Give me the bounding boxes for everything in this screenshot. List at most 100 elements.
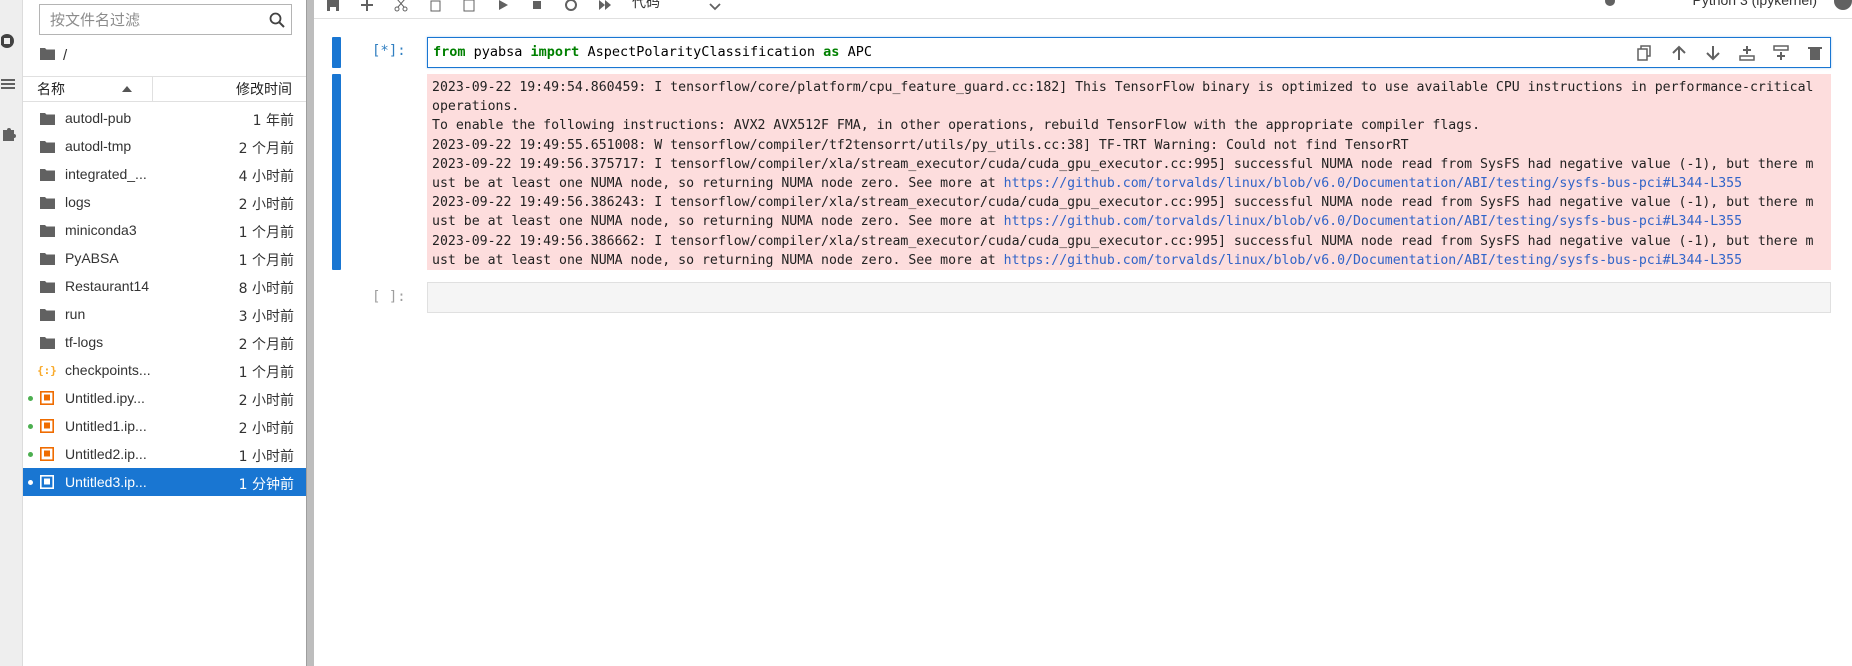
restart-run-all-icon[interactable] [596,0,614,14]
file-row[interactable]: Untitled1.ip... 2 小时前 [23,412,306,440]
file-row[interactable]: tf-logs 2 个月前 [23,328,306,356]
output-link[interactable]: https://github.com/torvalds/linux/blob/v… [1004,214,1742,229]
run-icon[interactable] [494,0,512,14]
file-modified: 1 小时前 [238,449,294,465]
move-down-icon[interactable] [1702,43,1724,63]
debugger-icon[interactable] [1603,0,1617,13]
breadcrumb: / [40,44,67,66]
file-row[interactable]: {:} checkpoints... 1 个月前 [23,356,306,384]
file-filter [39,4,292,35]
folder-icon [39,251,55,265]
insert-above-icon[interactable] [1736,43,1758,63]
output-text: ust be at least one NUMA node, so return… [432,252,1004,268]
running-indicator-icon [28,396,33,401]
sort-by-modified-header[interactable]: 修改时间 [153,79,306,99]
file-modified: 1 个月前 [238,253,294,269]
output-text: To enable the following instructions: AV… [432,118,1481,134]
file-row[interactable]: Untitled.ipy... 2 小时前 [23,384,306,412]
jupyterlab-window: / 名称 修改时间 autodl-pub 1 年前 autodl-tmp 2 个月前 i… [0,0,1852,666]
output-text: 2023-09-22 19:49:55.651008: W tensorflow… [432,137,1409,153]
file-row[interactable]: Restaurant14 8 小时前 [23,272,306,300]
paste-icon[interactable] [460,0,478,14]
search-icon[interactable] [263,5,291,34]
insert-below-icon[interactable] [1770,43,1792,63]
file-row[interactable]: Untitled3.ip... 1 分钟前 [23,468,306,496]
copy-icon[interactable] [426,0,444,14]
file-row[interactable]: Untitled2.ip... 1 小时前 [23,440,306,468]
code-input[interactable] [427,282,1831,313]
folder-icon [39,111,55,125]
file-name: autodl-tmp [65,138,132,154]
output-text: operations. [432,99,520,115]
file-name: Untitled1.ip... [65,418,147,434]
folder-icon [39,167,55,181]
extension-manager-icon[interactable] [0,125,18,143]
activity-bar [0,0,23,666]
folder-icon [39,195,55,209]
keyword-as: as [823,44,840,60]
sort-by-name-header[interactable]: 名称 [23,77,153,101]
panel-splitter[interactable] [306,0,314,666]
file-name: integrated_... [65,166,147,182]
notebook-icon [39,419,55,433]
cut-icon[interactable] [392,0,410,14]
notebook-toolbar: 代码 Python 3 (ipykernel) [314,0,1852,19]
breadcrumb-root[interactable]: / [63,47,67,64]
output-link[interactable]: https://github.com/torvalds/linux/blob/v… [1004,176,1742,191]
notebook-icon [39,391,55,405]
output-line: 2023-09-22 19:49:56.386662: I tensorflow… [432,232,1831,251]
file-modified: 2 个月前 [238,337,294,353]
file-row[interactable]: autodl-tmp 2 个月前 [23,132,306,160]
output-line: 2023-09-22 19:49:56.386243: I tensorflow… [432,193,1831,212]
delete-cell-icon[interactable] [1804,43,1826,63]
duplicate-cell-icon[interactable] [1634,43,1656,63]
file-name: miniconda3 [65,222,137,238]
output-link[interactable]: https://github.com/torvalds/linux/blob/v… [1004,253,1742,268]
restart-icon[interactable] [562,0,580,14]
output-line: ust be at least one NUMA node, so return… [432,174,1831,193]
file-modified: 3 小时前 [238,309,294,325]
output-text: 2023-09-22 19:49:54.860459: I tensorflow… [432,80,1814,95]
cell-type-select[interactable]: 代码 [632,0,660,12]
file-modified: 1 个月前 [238,225,294,241]
file-row[interactable]: integrated_... 4 小时前 [23,160,306,188]
running-kernels-icon[interactable] [0,32,18,50]
cell-toolbar [1634,43,1826,63]
file-modified: 2 小时前 [238,197,294,213]
file-filter-input[interactable] [40,5,263,34]
file-row[interactable]: miniconda3 1 个月前 [23,216,306,244]
file-row[interactable]: logs 2 小时前 [23,188,306,216]
file-row[interactable]: PyABSA 1 个月前 [23,244,306,272]
code-input[interactable]: from pyabsa import AspectPolarityClassif… [427,37,1831,68]
cell-input-collapser[interactable] [332,37,341,68]
kernel-name[interactable]: Python 3 (ipykernel) [1692,0,1817,8]
file-row[interactable]: run 3 小时前 [23,300,306,328]
cell-prompt: [*]: [372,43,406,59]
home-folder-icon[interactable] [40,47,55,64]
output-text: 2023-09-22 19:49:56.375717: I tensorflow… [432,156,1814,172]
chevron-down-icon[interactable] [709,0,721,16]
running-indicator-icon [28,424,33,429]
code-cell-1[interactable]: [*]: from pyabsa import AspectPolarityCl… [332,37,1832,273]
output-line: ust be at least one NUMA node, so return… [432,212,1831,231]
file-name: Restaurant14 [65,278,150,294]
table-of-contents-icon[interactable] [0,75,18,93]
alias-name: APC [839,44,872,60]
code-cell-2[interactable]: [ ]: [332,282,1832,316]
cell-prompt: [ ]: [372,289,406,305]
file-name: autodl-pub [65,110,132,126]
file-list-header: 名称 修改时间 [23,76,306,102]
module-name: pyabsa [465,44,531,60]
save-icon[interactable] [324,0,342,14]
move-up-icon[interactable] [1668,43,1690,63]
output-line: 2023-09-22 19:49:56.375717: I tensorflow… [432,155,1831,174]
file-modified: 1 分钟前 [238,477,294,493]
running-indicator-icon [28,452,33,457]
file-modified: 2 个月前 [238,141,294,157]
output-text: ust be at least one NUMA node, so return… [432,214,1004,230]
file-row[interactable]: autodl-pub 1 年前 [23,104,306,132]
output-line: To enable the following instructions: AV… [432,116,1831,135]
add-cell-icon[interactable] [358,0,376,14]
cell-output-collapser[interactable] [332,74,341,270]
stop-icon[interactable] [528,0,546,14]
